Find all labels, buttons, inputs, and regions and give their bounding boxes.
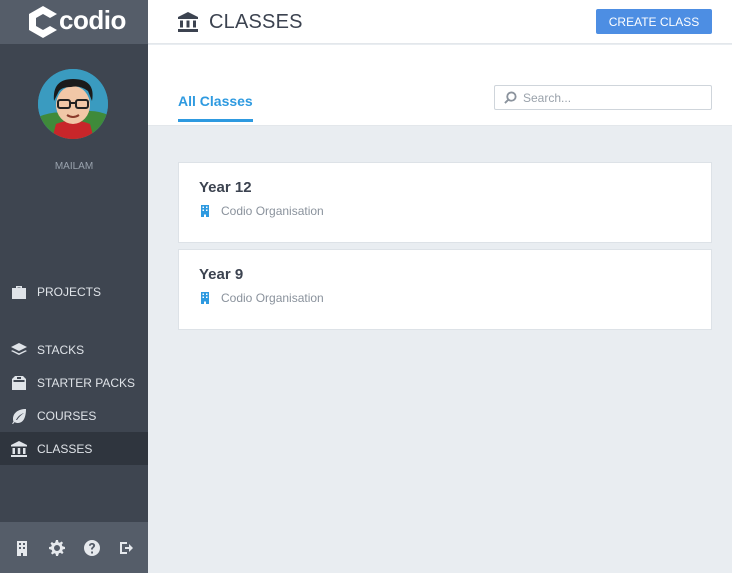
sidebar-item-starter-packs[interactable]: STARTER PACKS <box>0 366 148 399</box>
search-box[interactable] <box>494 85 712 110</box>
tab-all-classes[interactable]: All Classes <box>178 93 253 122</box>
search-icon <box>504 91 517 104</box>
top-header: CLASSES CREATE CLASS <box>148 0 732 44</box>
page-title: CLASSES <box>209 11 303 33</box>
gear-icon[interactable] <box>48 539 66 557</box>
sidebar-item-stacks[interactable]: STACKS <box>0 333 148 366</box>
search-input[interactable] <box>523 90 703 105</box>
logout-icon[interactable] <box>118 539 136 557</box>
help-icon[interactable] <box>83 539 101 557</box>
sidebar-item-courses[interactable]: COURSES <box>0 399 148 432</box>
layers-icon <box>10 341 28 359</box>
sidebar-item-label: STARTER PACKS <box>37 375 136 390</box>
building-icon <box>201 205 209 217</box>
class-card[interactable]: Year 9 Codio Organisation <box>178 249 712 330</box>
codio-logo-icon[interactable] <box>27 5 59 39</box>
class-name[interactable]: Year 12 <box>199 179 252 196</box>
avatar[interactable] <box>38 69 108 139</box>
username: MAILAM <box>54 161 94 172</box>
organisation-name: Codio Organisation <box>221 291 324 305</box>
logo-bar: codio <box>0 0 148 44</box>
sidebar-item-classes[interactable]: CLASSES <box>0 432 148 465</box>
leaf-icon <box>10 407 28 425</box>
building-icon[interactable] <box>13 539 31 557</box>
class-organisation: Codio Organisation <box>199 204 324 218</box>
box-icon <box>10 374 28 392</box>
institution-icon <box>10 440 28 458</box>
sidebar-item-label: STACKS <box>37 342 85 357</box>
logo-text[interactable]: codio <box>59 5 126 36</box>
sidebar-item-projects[interactable]: PROJECTS <box>0 275 148 308</box>
sidebar-item-label: COURSES <box>37 408 97 423</box>
class-organisation: Codio Organisation <box>199 291 324 305</box>
briefcase-icon <box>10 283 28 301</box>
sidebar-item-label: CLASSES <box>37 441 93 456</box>
sidebar: codio MAILAM PROJECTS STACKS STARTER PAC… <box>0 0 148 573</box>
class-card[interactable]: Year 12 Codio Organisation <box>178 162 712 243</box>
institution-icon <box>177 12 199 32</box>
sidebar-item-label: PROJECTS <box>37 284 102 299</box>
tab-bar: All Classes <box>148 45 732 126</box>
organisation-name: Codio Organisation <box>221 204 324 218</box>
class-name[interactable]: Year 9 <box>199 266 243 283</box>
building-icon <box>201 292 209 304</box>
create-class-button[interactable]: CREATE CLASS <box>596 9 712 34</box>
sidebar-footer <box>0 522 148 573</box>
